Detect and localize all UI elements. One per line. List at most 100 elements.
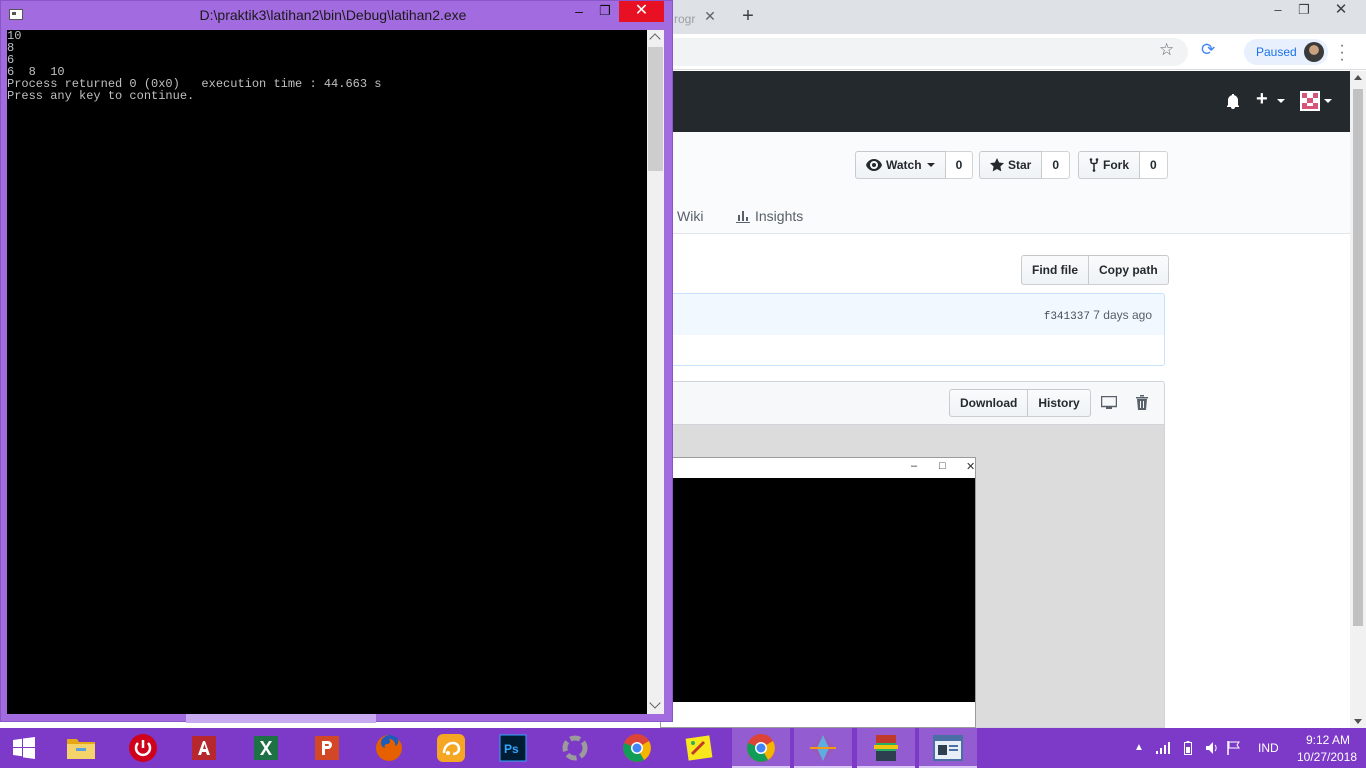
commit-sha-link[interactable]: f341337: [1044, 311, 1090, 323]
copy-path-button[interactable]: Copy path: [1089, 255, 1169, 285]
svg-text:Ps: Ps: [504, 742, 519, 756]
taskbar-file-explorer[interactable]: [52, 728, 110, 768]
trash-icon[interactable]: [1135, 395, 1149, 410]
fork-count[interactable]: 0: [1140, 151, 1168, 179]
browser-maximize-button[interactable]: ❐: [1289, 0, 1319, 22]
action-center-flag-icon[interactable]: [1227, 741, 1241, 755]
new-tab-button[interactable]: +: [738, 6, 758, 26]
taskbar-winrar[interactable]: [857, 728, 915, 768]
access-icon: [192, 736, 216, 760]
commit-age: 7 days ago: [1093, 308, 1152, 322]
tab-wiki[interactable]: Wiki: [677, 208, 703, 224]
powerpoint-icon: [315, 736, 339, 760]
embedded-maximize-icon: □: [939, 460, 946, 472]
power-icon: [129, 734, 157, 762]
console-minimize-button[interactable]: –: [569, 3, 589, 23]
file-navigation: Find file Copy path: [1021, 255, 1169, 285]
tab-insights[interactable]: Insights: [736, 208, 803, 224]
console-horizontal-scroll-thumb[interactable]: [186, 714, 376, 723]
find-file-button[interactable]: Find file: [1021, 255, 1089, 285]
browser-scrollbar[interactable]: [1350, 71, 1366, 728]
watch-count[interactable]: 0: [945, 151, 974, 179]
firefox-icon: [376, 735, 402, 761]
taskbar-loader[interactable]: [546, 728, 604, 768]
volume-icon[interactable]: [1206, 741, 1218, 755]
user-avatar[interactable]: [1300, 91, 1320, 111]
clock-time[interactable]: 9:12 AM: [1298, 733, 1358, 747]
taskbar-excel[interactable]: [237, 728, 295, 768]
profile-button[interactable]: Paused: [1244, 39, 1328, 65]
taskbar-paint[interactable]: [670, 728, 728, 768]
sync-icon[interactable]: ⟳: [1201, 40, 1215, 60]
profile-avatar: [1304, 42, 1324, 62]
taskbar-uc-browser[interactable]: [422, 728, 480, 768]
console-title: D:\praktik3\latihan2\bin\Debug\latihan2.…: [199, 7, 467, 23]
taskbar-photoshop[interactable]: Ps: [484, 728, 542, 768]
embedded-minimize-icon: –: [911, 460, 918, 472]
address-bar[interactable]: [660, 38, 1188, 66]
excel-icon: [254, 736, 278, 760]
console-output-text: 10 8 6 6 8 10 Process returned 0 (0x0) e…: [7, 30, 382, 103]
download-button[interactable]: Download: [949, 389, 1029, 417]
taskbar-access[interactable]: [175, 728, 233, 768]
graph-icon: [736, 211, 750, 223]
scroll-thumb[interactable]: [1353, 89, 1363, 626]
watch-button[interactable]: Watch: [855, 151, 946, 179]
watch-caret-icon: [926, 163, 935, 167]
tab-close-icon[interactable]: ✕: [702, 8, 718, 24]
fork-button[interactable]: Fork: [1078, 151, 1141, 179]
star-button[interactable]: Star: [979, 151, 1043, 179]
console-maximize-button[interactable]: ❐: [595, 3, 615, 23]
battery-icon[interactable]: [1184, 741, 1192, 755]
show-hidden-icons-icon[interactable]: ▲: [1134, 742, 1144, 753]
uc-browser-icon: [437, 734, 465, 762]
start-button[interactable]: [0, 728, 48, 768]
scroll-down-icon[interactable]: [649, 697, 661, 709]
taskbar-chrome-active[interactable]: [732, 728, 790, 768]
embedded-console-screenshot: – □ ✕: [660, 457, 976, 728]
commit-tease: f341337 7 days ago: [660, 293, 1165, 336]
eye-icon: [866, 159, 882, 171]
console-scrollbar[interactable]: [647, 30, 664, 714]
history-button[interactable]: History: [1028, 389, 1091, 417]
notifications-bell-icon[interactable]: [1225, 93, 1241, 109]
commit-meta: f341337 7 days ago: [1044, 308, 1152, 323]
create-new-icon[interactable]: +: [1256, 88, 1268, 111]
console-close-button[interactable]: ✕: [619, 1, 664, 22]
create-new-caret-icon[interactable]: [1277, 99, 1285, 103]
windows-logo-icon: [13, 737, 35, 759]
scroll-down-icon[interactable]: [1354, 719, 1362, 724]
browser-menu-icon[interactable]: · · ·: [1338, 38, 1346, 68]
loader-icon: [562, 735, 588, 761]
console-icon: [933, 735, 963, 761]
taskbar-console-app[interactable]: [919, 728, 977, 768]
scroll-up-icon[interactable]: [1354, 75, 1362, 80]
taskbar-firefox[interactable]: [360, 728, 418, 768]
star-count[interactable]: 0: [1042, 151, 1071, 179]
star-group: Star 0: [979, 151, 1071, 179]
desktop-icon[interactable]: [1101, 396, 1117, 410]
taskbar-gem-app[interactable]: [794, 728, 852, 768]
taskbar-chrome[interactable]: [608, 728, 666, 768]
file-actions: Download History: [949, 389, 1091, 417]
console-output-area[interactable]: 10 8 6 6 8 10 Process returned 0 (0x0) e…: [7, 30, 647, 714]
winrar-icon: [874, 735, 898, 761]
bookmark-star-icon[interactable]: ☆: [1159, 40, 1174, 60]
fork-label: Fork: [1103, 158, 1130, 172]
tab-insights-label: Insights: [755, 208, 804, 224]
network-signal-icon[interactable]: [1156, 742, 1172, 754]
clock-date[interactable]: 10/27/2018: [1292, 750, 1362, 764]
taskbar: Ps ▲ IND 9:12 AM 10/27/2018: [0, 728, 1366, 768]
gem-icon: [810, 735, 836, 761]
input-language[interactable]: IND: [1258, 741, 1279, 755]
embedded-close-icon: ✕: [966, 461, 976, 473]
contributors-bar: [660, 335, 1165, 366]
user-menu-caret-icon[interactable]: [1324, 99, 1332, 103]
browser-close-button[interactable]: ✕: [1326, 0, 1356, 22]
photoshop-icon: Ps: [499, 734, 527, 762]
taskbar-powerpoint[interactable]: [298, 728, 356, 768]
fork-group: Fork 0: [1078, 151, 1168, 179]
taskbar-shutdown[interactable]: [114, 728, 172, 768]
scroll-thumb[interactable]: [648, 47, 663, 171]
scroll-up-icon[interactable]: [649, 33, 661, 45]
